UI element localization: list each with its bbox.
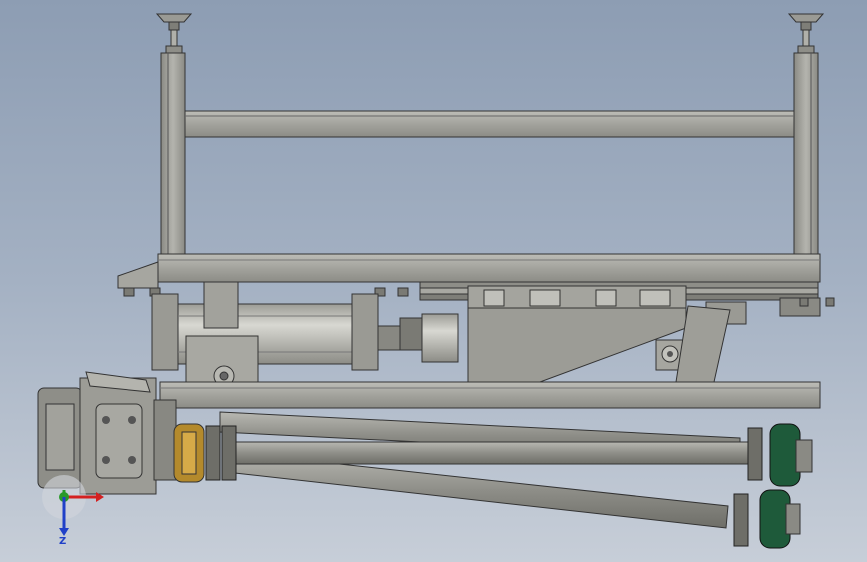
- upper-post-right: [793, 52, 819, 259]
- sprocket-green-lower: [759, 489, 801, 549]
- sprocket-green-upper: [769, 423, 813, 487]
- leveling-foot-left: [155, 13, 193, 54]
- sprocket-left-chain: [205, 425, 237, 481]
- upper-crossbeam: [184, 110, 795, 138]
- upper-post-left: [160, 52, 186, 259]
- lower-frame-plate: [159, 381, 821, 409]
- triad-z-label: Z: [59, 536, 67, 547]
- table-bracket-left: [117, 261, 159, 289]
- pneumatic-cylinder: [151, 281, 459, 389]
- model-canvas[interactable]: [0, 0, 867, 562]
- leveling-foot-right: [787, 13, 825, 54]
- drive-shaft: [235, 441, 757, 465]
- sprocket-gold: [173, 423, 205, 483]
- cad-viewport[interactable]: Z: [0, 0, 867, 562]
- table-plate: [157, 253, 821, 283]
